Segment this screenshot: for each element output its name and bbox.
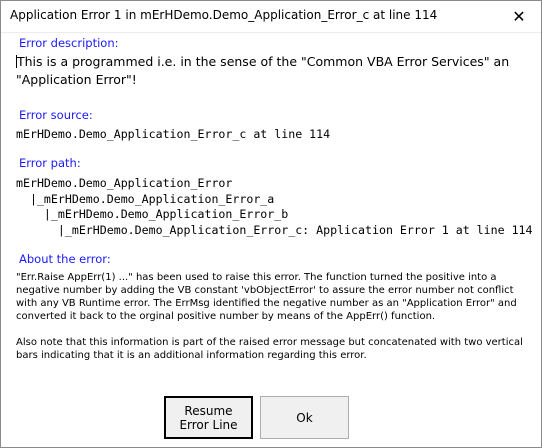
about-error-label: About the error: bbox=[19, 252, 111, 266]
error-source-label: Error source: bbox=[19, 108, 93, 122]
error-path-text[interactable]: mErHDemo.Demo_Application_Error |_mErHDe… bbox=[16, 176, 533, 238]
resume-error-line-button[interactable]: Resume Error Line bbox=[164, 396, 253, 439]
path-line: mErHDemo.Demo_Application_Error bbox=[16, 176, 233, 190]
about-error-text[interactable]: "Err.Raise AppErr(1) ..." has been used … bbox=[16, 271, 531, 375]
title-separator bbox=[1, 32, 541, 33]
error-description-label: Error description: bbox=[19, 36, 119, 50]
error-dialog: Application Error 1 in mErHDemo.Demo_App… bbox=[0, 0, 542, 448]
window-title: Application Error 1 in mErHDemo.Demo_App… bbox=[10, 8, 438, 22]
path-line: |_mErHDemo.Demo_Application_Error_b bbox=[16, 207, 289, 221]
about-paragraph: Also note that this information is part … bbox=[16, 337, 523, 361]
close-icon[interactable]: ✕ bbox=[497, 1, 541, 32]
error-path-label: Error path: bbox=[19, 156, 81, 170]
error-source-text[interactable]: mErHDemo.Demo_Application_Error_c at lin… bbox=[16, 127, 330, 143]
path-line: |_mErHDemo.Demo_Application_Error_c: App… bbox=[16, 222, 533, 237]
error-description-text[interactable]: This is a programmed i.e. in the sense o… bbox=[16, 53, 526, 89]
about-paragraph: "Err.Raise AppErr(1) ..." has been used … bbox=[16, 272, 517, 322]
path-line: |_mErHDemo.Demo_Application_Error_a bbox=[16, 191, 275, 206]
ok-button[interactable]: Ok bbox=[260, 396, 349, 439]
error-description-value: This is a programmed i.e. in the sense o… bbox=[16, 54, 510, 87]
